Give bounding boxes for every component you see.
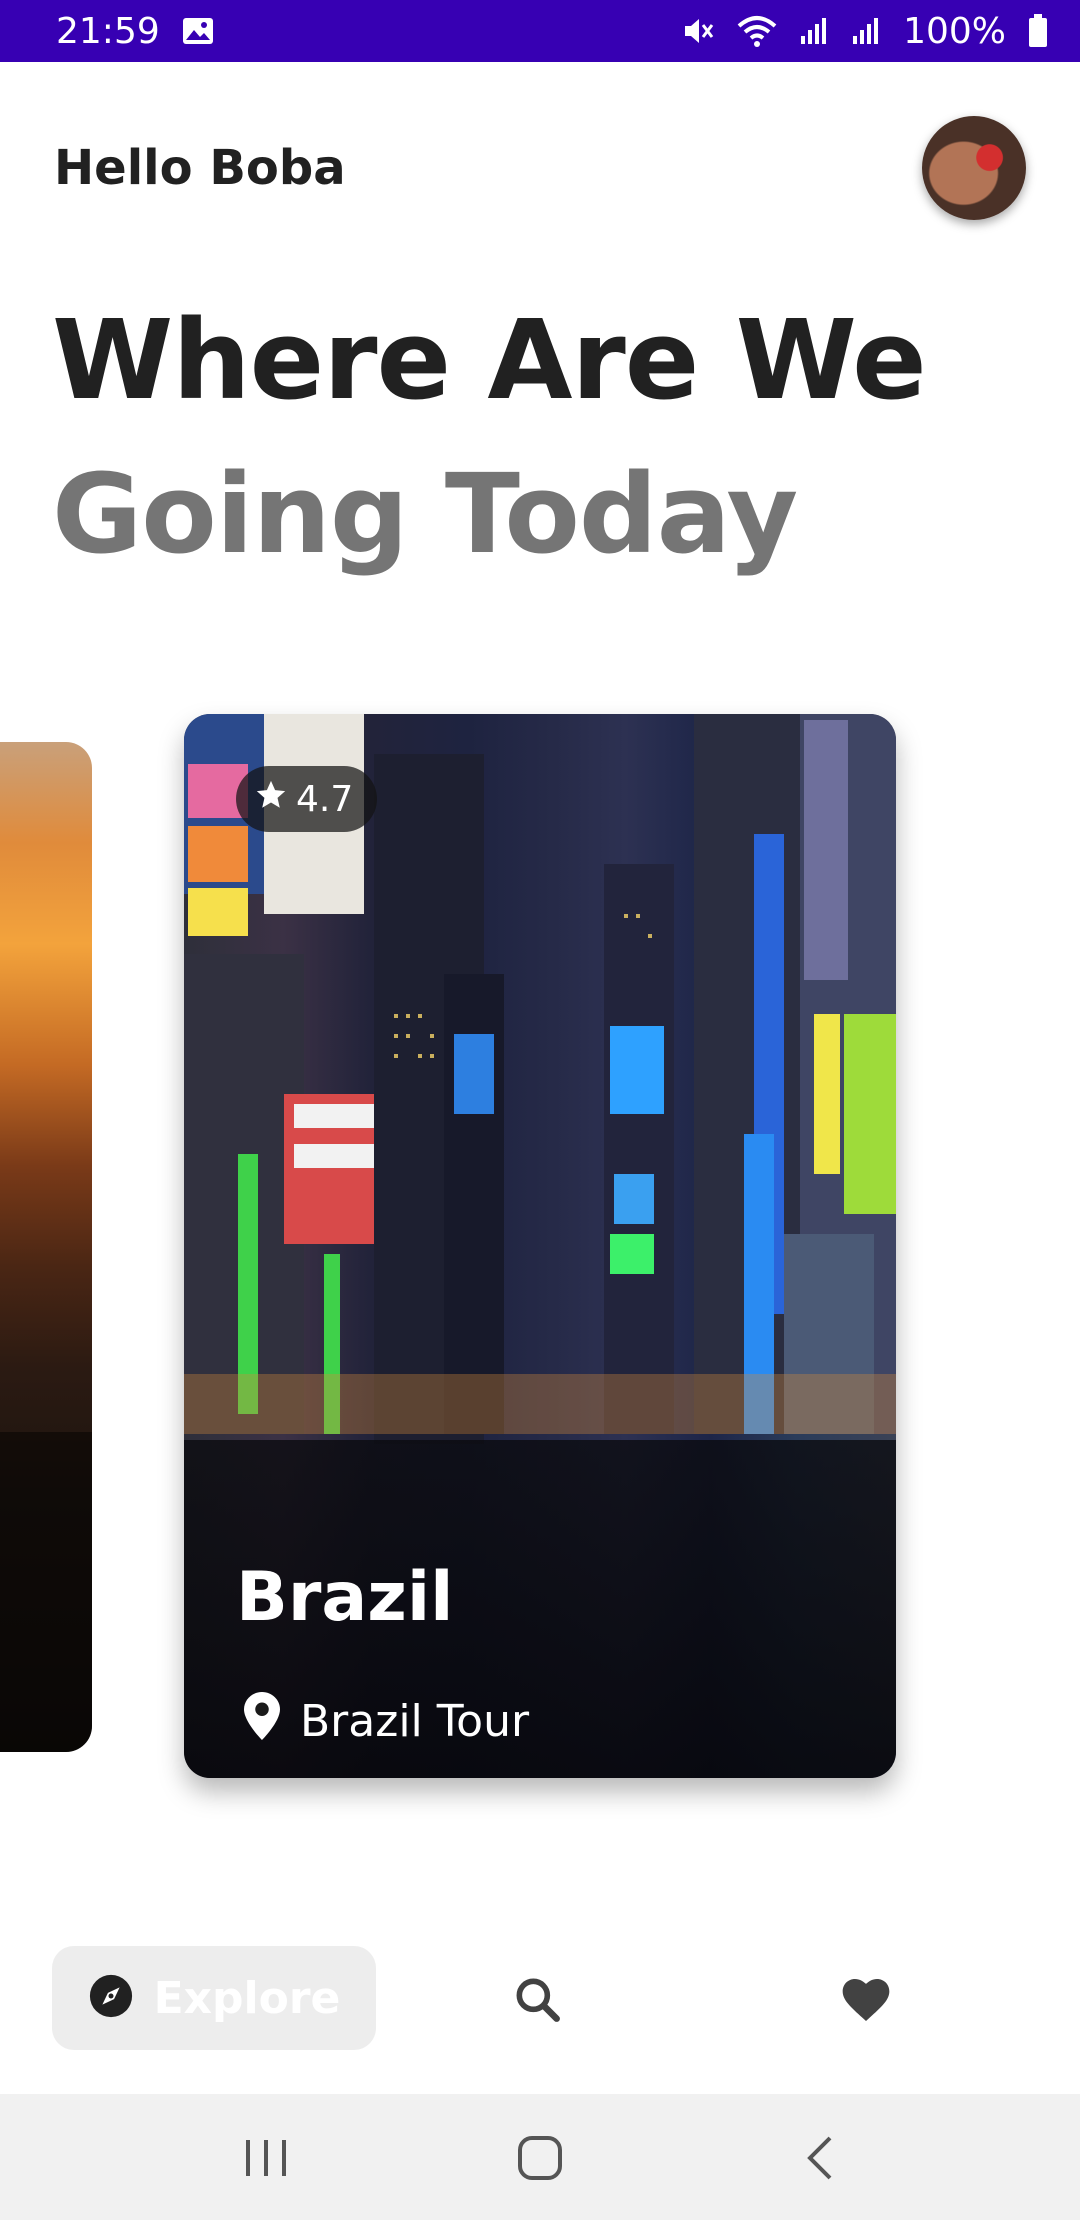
destination-card[interactable]: 4.7 Brazil Brazil Tour — [184, 714, 896, 1778]
compass-icon — [88, 1973, 134, 2024]
card-location: Brazil Tour — [244, 1692, 529, 1751]
status-left: 21:59 — [56, 11, 214, 52]
nav-favorites-tab[interactable] — [838, 1972, 894, 2028]
location-pin-icon — [244, 1692, 280, 1751]
image-icon — [182, 17, 214, 45]
nav-search-tab[interactable] — [510, 1972, 566, 2028]
star-icon — [254, 778, 288, 821]
nav-explore-label: Explore — [153, 1972, 341, 2024]
signal-icon — [851, 16, 881, 46]
back-icon — [807, 2136, 832, 2180]
home-button[interactable] — [512, 2130, 568, 2186]
destination-card-previous[interactable] — [0, 742, 92, 1752]
headline-line-1: Where Are We — [52, 296, 927, 424]
home-icon — [518, 2136, 562, 2180]
greeting-text: Hello Boba — [54, 140, 346, 196]
system-navigation-bar — [0, 2094, 1080, 2220]
location-label: Brazil Tour — [300, 1696, 530, 1747]
rating-badge: 4.7 — [236, 766, 378, 832]
heart-icon — [842, 1979, 890, 2021]
nav-explore-tab[interactable]: Explore — [52, 1946, 376, 2050]
battery-icon — [1028, 14, 1048, 48]
status-right: 100% — [681, 11, 1048, 52]
mute-icon — [681, 14, 715, 48]
battery-percent: 100% — [903, 10, 1006, 52]
wifi-icon — [737, 14, 777, 48]
user-avatar[interactable] — [922, 116, 1026, 220]
search-icon — [516, 1978, 560, 2022]
card-title: Brazil — [236, 1558, 454, 1637]
recents-button[interactable] — [238, 2130, 294, 2186]
headline-line-2: Going Today — [52, 450, 798, 578]
rating-value: 4.7 — [296, 778, 354, 820]
recents-icon — [246, 2140, 286, 2176]
status-time: 21:59 — [56, 10, 160, 52]
signal-icon — [799, 16, 829, 46]
back-button[interactable] — [794, 2130, 850, 2186]
status-bar: 21:59 100% — [0, 0, 1080, 62]
bottom-navigation: Explore — [0, 1946, 1080, 2050]
